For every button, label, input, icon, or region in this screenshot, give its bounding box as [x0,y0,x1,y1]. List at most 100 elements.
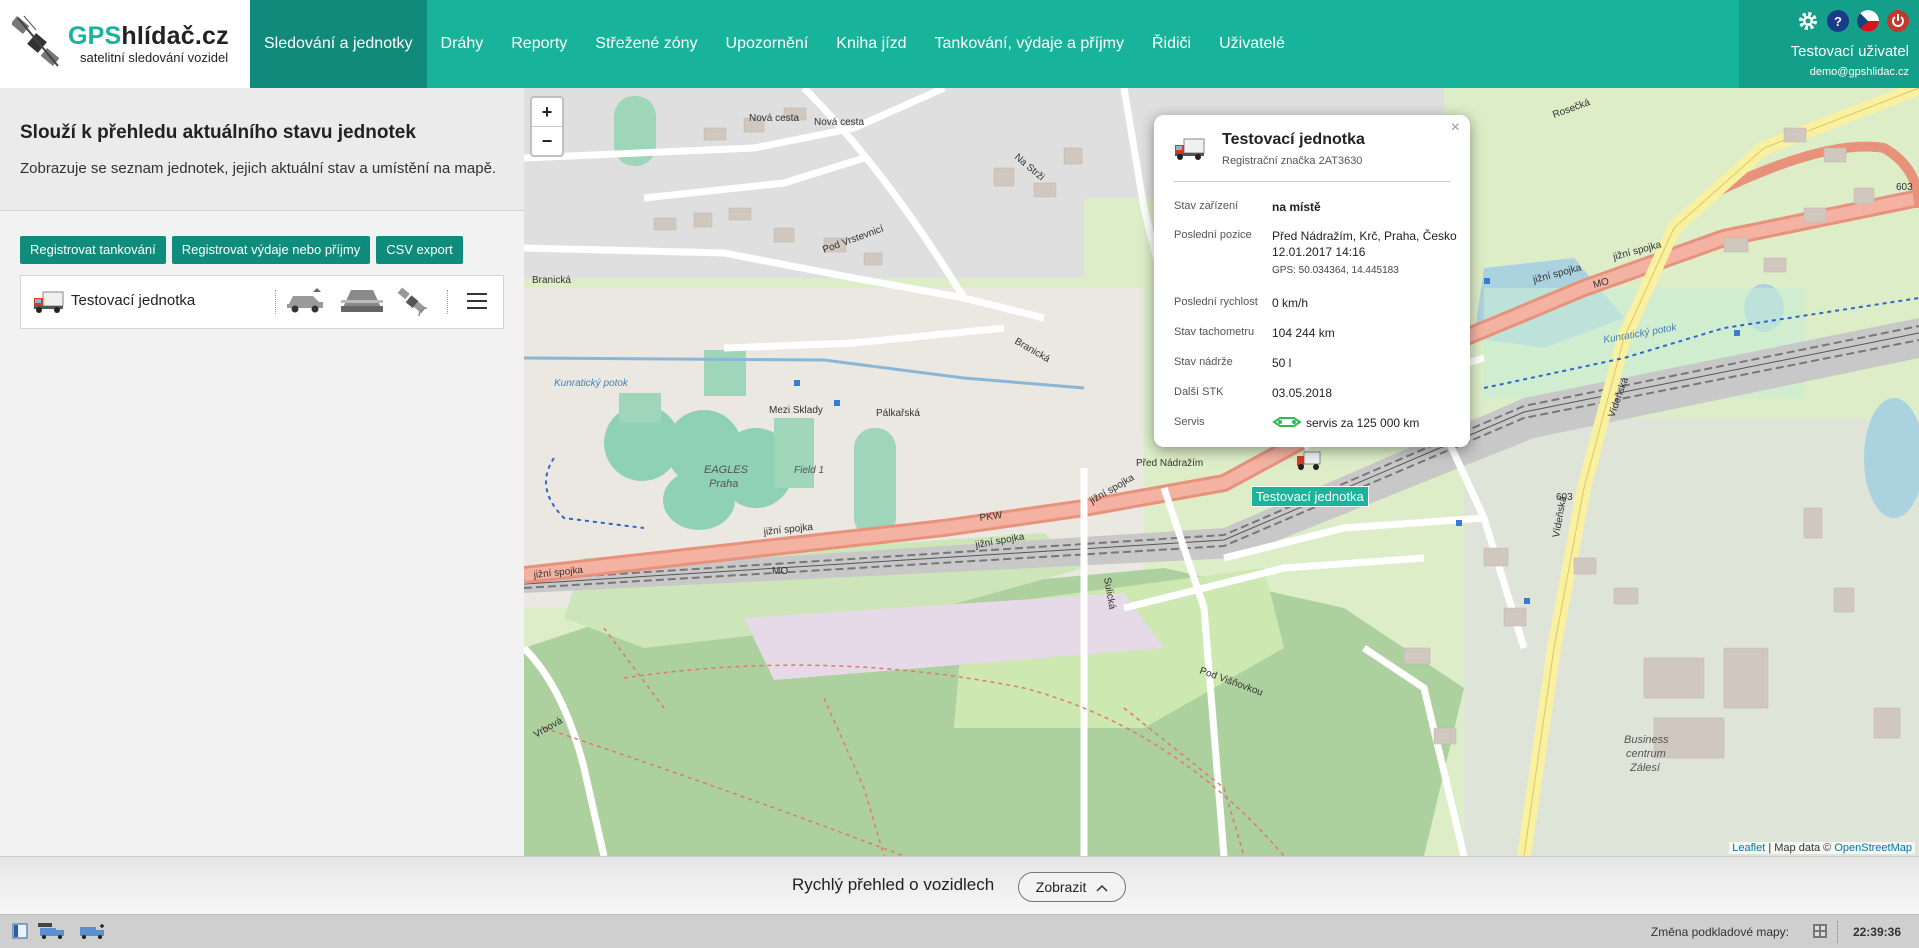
nav-tankovani[interactable]: Tankování, výdaje a příjmy [921,0,1138,88]
nav-ridici[interactable]: Řidiči [1138,0,1205,88]
osm-link[interactable]: OpenStreetMap [1834,842,1912,854]
vehicle-add-icon[interactable] [78,923,108,939]
map-label-zalesi: Zálesí [1629,762,1661,774]
map-label-nova-cesta: Nová cesta [749,113,799,124]
popup-value: na místě [1272,200,1321,214]
map-label-field: Field 1 [794,465,824,476]
quick-overview-bar: Rychlý přehled o vozidlech Zobrazit [0,856,1919,915]
user-area: ? Testovací uživatel demo@gpshlidac.cz [1739,0,1919,88]
map-label-mo: MO [772,566,788,577]
quick-overview-show-button[interactable]: Zobrazit [1018,872,1126,902]
unit-row[interactable]: Testovací jednotka [20,275,504,329]
nav-sledovani[interactable]: Sledování a jednotky [250,0,427,88]
vehicle-marker-label[interactable]: Testovací jednotka [1251,486,1369,507]
action-buttons: Registrovat tankování Registrovat výdaje… [20,236,463,264]
leaflet-link[interactable]: Leaflet [1732,842,1765,854]
gear-icon[interactable] [1797,10,1819,32]
czech-flag-icon[interactable] [1857,10,1879,32]
quick-overview-button-label: Zobrazit [1035,879,1087,895]
vehicle-marker-icon[interactable] [1296,450,1322,472]
intro-box: Slouží k přehledu aktuálního stavu jedno… [0,88,524,211]
app-header: GPShlídač.cz satelitní sledování vozidel… [0,0,1919,88]
popup-value-time: 12.01.2017 14:16 [1272,245,1366,259]
nav-uzivatele[interactable]: Uživatelé [1205,0,1299,88]
popup-divider [1174,181,1450,182]
attribution-text: | Map data © [1765,842,1835,854]
gps-satellite-icon[interactable] [395,286,431,318]
popup-title: Testovací jednotka [1222,131,1365,148]
satellite-icon [12,15,60,67]
map-layer-icon[interactable] [1813,924,1827,938]
map-label-603: 603 [1556,492,1573,503]
popup-value-gps: GPS: 50.034364, 14.445183 [1272,265,1399,276]
map-label-pred-nadrazim: Před Nádražím [1136,458,1203,469]
popup-label: Poslední rychlost [1174,296,1258,308]
clock: 22:39:36 [1852,925,1901,939]
map-label-palkarska: Pálkařská [876,408,920,419]
car-icon[interactable] [285,286,325,316]
help-icon[interactable]: ? [1827,10,1849,32]
user-name[interactable]: Testovací uživatel [1791,43,1909,60]
status-bar: Změna podkladové mapy: 22:39:36 [0,914,1919,948]
main-nav: Sledování a jednotky Dráhy Reporty Střež… [250,0,1299,88]
popup-registration: Registrační značka 2AT3630 [1222,155,1363,167]
popup-value: 0 km/h [1272,296,1309,310]
popup-value: servis za 125 000 km [1306,416,1420,430]
unit-name[interactable]: Testovací jednotka [71,292,195,309]
logo-subtitle: satelitní sledování vozidel [80,50,229,65]
popup-value: 50 l [1272,356,1292,370]
map-label-mezi-sklady: Mezi Sklady [769,405,823,416]
quick-overview-title: Rychlý přehled o vozidlech [792,875,995,894]
nav-drahy[interactable]: Dráhy [427,0,498,88]
zoom-in-button[interactable]: + [532,98,562,126]
map-layer-label: Změna podkladové mapy: [1650,925,1789,939]
nav-upozorneni[interactable]: Upozornění [712,0,823,88]
popup-value: 03.05.2018 [1272,386,1333,400]
map[interactable]: jižní spojka jižní spojka jižní spojka j… [524,88,1919,856]
popup-label: Poslední pozice [1174,229,1252,241]
map-label-centrum: centrum [1626,748,1666,760]
wrench-icon [1272,417,1302,427]
map-label-eagles: EAGLES [704,464,749,476]
separator [275,290,277,314]
csv-export-button[interactable]: CSV export [376,236,463,264]
panel-toggle-icon[interactable] [12,923,28,939]
chevron-up-icon [1096,884,1108,892]
map-label-branicka: Branická [532,275,571,286]
road-icon[interactable] [339,286,385,316]
popup-label: Stav tachometru [1174,326,1255,338]
nav-reporty[interactable]: Reporty [497,0,581,88]
menu-icon[interactable] [467,293,487,309]
popup-label: Servis [1174,416,1205,428]
register-refuel-button[interactable]: Registrovat tankování [20,236,166,264]
page-title: Slouží k přehledu aktuálního stavu jedno… [20,122,416,143]
map-label-nova-cesta: Nová cesta [814,117,864,128]
left-panel: Slouží k přehledu aktuálního stavu jedno… [0,88,524,856]
close-icon[interactable]: × [1451,119,1460,137]
nav-strezene-zony[interactable]: Střežené zóny [581,0,711,88]
logo[interactable]: GPShlídač.cz satelitní sledování vozidel [0,0,250,88]
popup-label: Další STK [1174,386,1224,398]
separator [1837,921,1839,943]
vehicle-list-icon[interactable] [38,923,68,939]
map-label-603: 603 [1896,182,1913,193]
map-label-business: Business [1624,734,1669,746]
popup-value: 104 244 km [1272,326,1335,340]
map-attribution: Leaflet | Map data © OpenStreetMap [1729,842,1915,854]
logo-title: GPShlídač.cz [68,22,229,50]
zoom-control: + − [530,96,564,157]
vehicle-popup: × Testovací jednotka Registrační značka … [1154,115,1470,447]
popup-value: Před Nádražím, Krč, Praha, Česko [1272,229,1457,243]
register-expenses-button[interactable]: Registrovat výdaje nebo příjmy [171,236,371,264]
map-label-praha: Praha [709,478,738,490]
truck-icon [34,291,64,313]
page-description: Zobrazuje se seznam jednotek, jejich akt… [20,160,497,177]
truck-icon [1175,138,1205,160]
zoom-out-button[interactable]: − [532,126,562,155]
nav-kniha-jizd[interactable]: Kniha jízd [822,0,920,88]
map-label-kunraticky-potok: Kunratický potok [554,378,629,389]
logout-icon[interactable] [1887,10,1909,32]
separator [447,290,449,314]
popup-label: Stav nádrže [1174,356,1233,368]
user-email: demo@gpshlidac.cz [1809,66,1909,78]
